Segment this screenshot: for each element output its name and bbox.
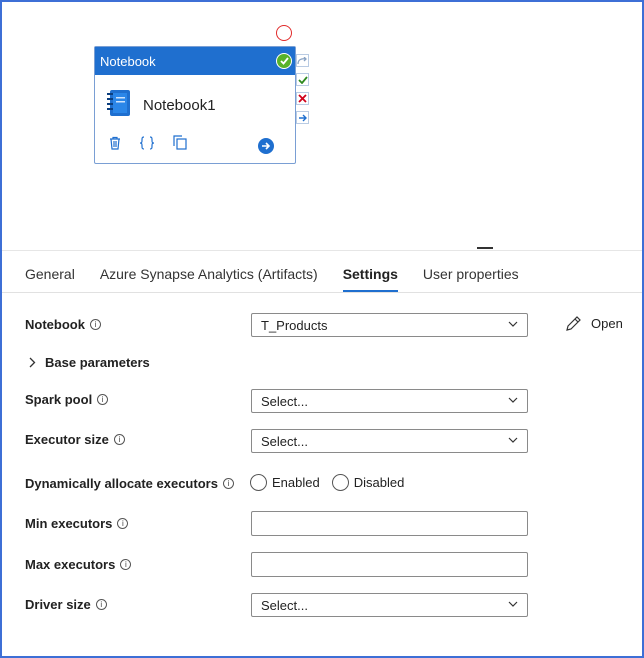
chevron-right-icon [29, 357, 36, 368]
executor-size-label: Executor size [25, 432, 109, 447]
dynamic-allocation-label-row: Dynamically allocate executors i [25, 476, 234, 491]
base-parameters-label: Base parameters [45, 355, 150, 370]
radio-enabled[interactable]: Enabled [250, 474, 320, 491]
max-executors-label-row: Max executors i [25, 557, 132, 572]
success-icon[interactable] [296, 73, 309, 86]
radio-disabled-label: Disabled [353, 475, 405, 490]
trash-icon[interactable] [109, 136, 121, 153]
max-executors-label: Max executors [25, 557, 116, 572]
driver-size-label-row: Driver size i [25, 597, 107, 612]
notebook-activity[interactable]: Notebook Notebook1 [94, 46, 296, 164]
spark-pool-label-row: Spark pool i [25, 392, 109, 407]
breakpoint-circle-icon[interactable] [276, 25, 292, 41]
panel-resize-handle[interactable] [477, 247, 493, 249]
braces-icon[interactable] [139, 135, 155, 153]
spark-pool-select-value: Select... [261, 393, 308, 409]
max-executors-input[interactable] [251, 552, 528, 577]
tabs-divider [2, 292, 642, 293]
driver-size-label: Driver size [25, 597, 91, 612]
notebook-icon [107, 89, 131, 122]
notebook-label-row: Notebook i [25, 317, 101, 332]
info-icon[interactable]: i [222, 478, 234, 489]
chevron-down-icon [508, 601, 518, 607]
copy-icon[interactable] [173, 135, 187, 153]
tab-general[interactable]: General [25, 258, 75, 292]
info-icon[interactable]: i [120, 559, 132, 570]
min-executors-label-row: Min executors i [25, 516, 129, 531]
panel-divider [2, 250, 642, 251]
spark-pool-label: Spark pool [25, 392, 93, 407]
executor-size-select[interactable]: Select... [251, 429, 528, 453]
chevron-down-icon [508, 437, 518, 443]
dynamic-allocation-radios: Enabled Disabled [250, 474, 416, 491]
activity-type-label: Notebook [100, 53, 156, 69]
notebook-select[interactable]: T_Products [251, 313, 528, 337]
tab-user-properties[interactable]: User properties [423, 258, 519, 292]
radio-enabled-circle[interactable] [250, 474, 267, 491]
min-executors-input[interactable] [251, 511, 528, 536]
radio-disabled-circle[interactable] [331, 474, 349, 491]
base-parameters-toggle[interactable]: Base parameters [29, 355, 150, 370]
tab-settings[interactable]: Settings [342, 258, 399, 292]
notebook-select-value: T_Products [261, 317, 328, 333]
info-icon[interactable]: i [117, 518, 129, 529]
radio-disabled[interactable]: Disabled [331, 474, 405, 491]
driver-size-select[interactable]: Select... [251, 593, 528, 617]
valid-check-icon [276, 53, 292, 69]
dynamic-allocation-label: Dynamically allocate executors [25, 476, 218, 491]
pencil-icon [565, 315, 582, 332]
activity-header: Notebook [95, 47, 295, 75]
completion-icon[interactable] [296, 111, 309, 124]
skip-icon[interactable] [296, 54, 309, 67]
arrow-right-circle-icon[interactable] [258, 138, 274, 154]
tab-azure-synapse-analytics[interactable]: Azure Synapse Analytics (Artifacts) [100, 258, 318, 292]
executor-size-select-value: Select... [261, 433, 308, 449]
activity-name: Notebook1 [143, 97, 216, 114]
spark-pool-select[interactable]: Select... [251, 389, 528, 413]
output-connectors [296, 54, 310, 130]
radio-enabled-label: Enabled [272, 475, 320, 490]
info-icon[interactable]: i [89, 319, 101, 330]
executor-size-label-row: Executor size i [25, 432, 125, 447]
info-icon[interactable]: i [113, 434, 125, 445]
failure-icon[interactable] [296, 92, 309, 105]
open-notebook-button[interactable]: Open [565, 315, 623, 332]
info-icon[interactable]: i [97, 394, 109, 405]
info-icon[interactable]: i [95, 599, 107, 610]
open-label: Open [591, 316, 623, 331]
min-executors-label: Min executors [25, 516, 113, 531]
chevron-down-icon [508, 321, 518, 327]
notebook-label: Notebook [25, 317, 85, 332]
chevron-down-icon [508, 397, 518, 403]
properties-tabs: General Azure Synapse Analytics (Artifac… [25, 258, 544, 292]
driver-size-select-value: Select... [261, 597, 308, 613]
